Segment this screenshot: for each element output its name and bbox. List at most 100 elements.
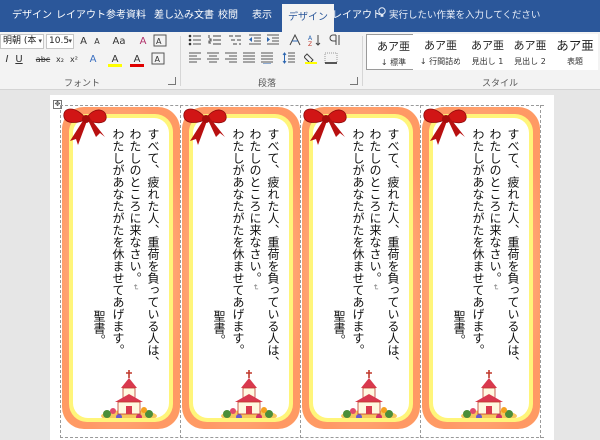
bookmark-verse: すべて、疲れた人、重荷を負っている人は、 わたしのところに来なさい。↵ わたしがあな… [349,128,401,368]
church-icon [461,370,517,418]
tab-view[interactable]: 表示 [246,0,278,32]
verse-line: わたしがあなたがたを休ませてあげます。 [471,128,485,356]
verse-line-text: わたしのところに来なさい。 [128,128,142,284]
bookmark-verse: すべて、疲れた人、重荷を負っている人は、 わたしのところに来なさい。↵ わたしがあな… [109,128,161,368]
paragraph-mark: ↵ [371,284,380,291]
font-name-value: 明朝 (本 [3,36,37,46]
table-cell-border [540,105,541,438]
bookmark-card[interactable]: すべて、疲れた人、重荷を負っている人は、 わたしのところに来なさい。↵ わたしがあな… [182,107,300,429]
ribbon-home: 明朝 (本 ▾ 10.5 ▾ A A Aa A A I U abc x₂ x² A … [0,32,600,90]
bookmark-body: すべて、疲れた人、重荷を負っている人は、 わたしのところに来なさい。↵ わたしがあな… [73,118,169,418]
bookmark-source: 聖書。 [332,310,346,346]
paragraph-dialog-launcher-icon[interactable] [350,77,358,85]
verse-line: わたしのところに来なさい。↵ [246,128,264,354]
verse-line: わたしがあなたがたを休ませてあげます。 [231,128,245,356]
phonetic-guide-icon[interactable]: A [152,34,168,49]
text-effects-button[interactable]: A [86,52,100,67]
church-icon [101,370,157,418]
church-icon [341,370,397,418]
verse-line-text: わたしのところに来なさい。 [488,128,502,284]
verse-line: わたしのところに来なさい。↵ [126,128,144,354]
strikethrough-button[interactable]: abc [34,52,52,67]
bookmark-source: 聖書。 [92,310,106,346]
table-cell-border [180,105,181,438]
style-heading-2[interactable]: あア亜 見出し 2 [505,34,555,70]
distributed-icon[interactable] [260,52,274,67]
line-spacing-icon[interactable] [282,52,296,67]
align-right-icon[interactable] [224,52,238,67]
style-name: 表題 [567,57,583,66]
divider [362,36,363,86]
document-area[interactable]: ✥ すべて、疲れた人、重荷を負っている人は、 わたしのところに来なさい。↵ わたしが… [0,91,600,440]
sort-icon[interactable]: AZ [308,34,322,49]
verse-line-text: わたしのところに来なさい。 [368,128,382,284]
table-cell-border [60,105,61,438]
clear-format-button[interactable]: A [136,34,150,49]
borders-icon[interactable] [324,52,338,67]
red-ribbon-bow-icon [423,108,467,145]
divider [180,36,181,86]
align-left-icon[interactable] [188,52,202,67]
lightbulb-icon [378,0,386,32]
underline-button[interactable]: U [14,52,24,67]
verse-line: わたしのところに来なさい。↵ [366,128,384,354]
svg-text:A: A [155,55,161,64]
font-dialog-launcher-icon[interactable] [168,77,176,85]
red-ribbon-bow-icon [183,108,227,145]
font-size-value: 10.5 [49,36,70,46]
table-bottom-border [60,437,544,438]
verse-line: すべて、疲れた人、重荷を負っている人は、 [146,128,160,368]
justify-icon[interactable] [242,52,256,67]
font-color-button[interactable]: A [130,52,144,67]
font-name-select[interactable]: 明朝 (本 ▾ [0,34,44,49]
paragraph-mark: ↵ [131,284,140,291]
paragraph-mark: ↵ [251,284,260,291]
document-page[interactable]: ✥ すべて、疲れた人、重荷を負っている人は、 わたしのところに来なさい。↵ わたしが… [50,95,554,440]
italic-button[interactable]: I [2,52,12,67]
bullets-icon[interactable] [188,34,202,49]
paragraph-group-label: 段落 [258,79,277,89]
tell-me-text: 実行したい作業を入力してください [389,10,541,21]
svg-text:Z: Z [308,41,312,46]
style-group-label: スタイル [482,79,519,89]
style-name: 見出し 2 [514,57,546,66]
numbering-icon[interactable] [208,34,222,49]
increase-indent-icon[interactable] [266,34,280,49]
multilevel-list-icon[interactable] [228,34,242,49]
highlight-color-button[interactable]: A [108,52,122,67]
bookmark-body: すべて、疲れた人、重荷を負っている人は、 わたしのところに来なさい。↵ わたしがあな… [193,118,289,418]
verse-line: すべて、疲れた人、重荷を負っている人は、 [386,128,400,368]
paragraph-mark: ↵ [491,284,500,291]
tell-me-box[interactable]: 実行したい作業を入力してください [378,0,540,32]
bookmark-card[interactable]: すべて、疲れた人、重荷を負っている人は、 わたしのところに来なさい。↵ わたしがあな… [422,107,540,429]
shading-icon[interactable] [303,52,318,67]
bookmark-source: 聖書。 [212,310,226,346]
change-case-button[interactable]: Aa [108,34,130,49]
font-size-select[interactable]: 10.5 ▾ [46,34,74,49]
style-title[interactable]: あア亜 表題 [552,34,598,70]
bookmark-body: すべて、疲れた人、重荷を負っている人は、 わたしのところに来なさい。↵ わたしがあな… [433,118,529,418]
verse-line-text: わたしのところに来なさい。 [248,128,262,284]
tab-review[interactable]: 校閲 [212,0,244,32]
shrink-font-button[interactable]: A [91,34,103,49]
table-cell-border [420,105,421,438]
asian-layout-icon[interactable] [288,33,302,49]
tab-references[interactable]: 参考資料 [100,0,152,32]
tab-mailings[interactable]: 差し込み文書 [148,0,220,32]
svg-text:A: A [156,37,162,46]
show-marks-icon[interactable] [328,34,342,49]
char-border-icon[interactable]: A [150,52,166,67]
decrease-indent-icon[interactable] [248,34,262,49]
grow-font-button[interactable]: A [77,34,90,49]
bookmark-card[interactable]: すべて、疲れた人、重荷を負っている人は、 わたしのところに来なさい。↵ わたしがあな… [62,107,180,429]
align-center-icon[interactable] [206,52,220,67]
verse-line: すべて、疲れた人、重荷を負っている人は、 [266,128,280,368]
style-sample: あア亜 [513,39,547,52]
superscript-button[interactable]: x² [68,52,80,67]
subscript-button[interactable]: x₂ [54,52,66,67]
bookmark-verse: すべて、疲れた人、重荷を負っている人は、 わたしのところに来なさい。↵ わたしがあな… [229,128,281,368]
verse-line: わたしのところに来なさい。↵ [486,128,504,354]
bookmark-card[interactable]: すべて、疲れた人、重荷を負っている人は、 わたしのところに来なさい。↵ わたしがあな… [302,107,420,429]
red-ribbon-bow-icon [63,108,107,145]
verse-line: すべて、疲れた人、重荷を負っている人は、 [506,128,520,368]
